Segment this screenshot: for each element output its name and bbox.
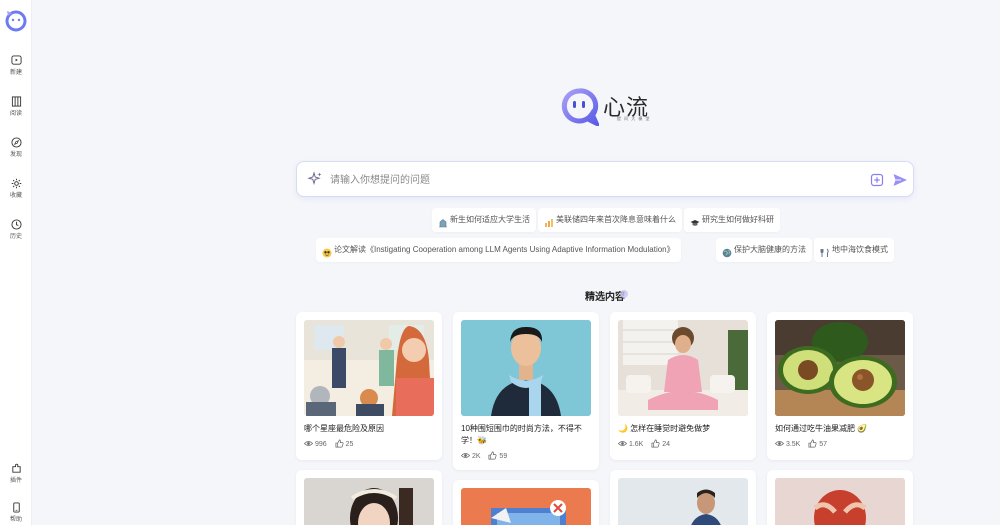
thumbs-up-icon <box>651 439 660 448</box>
app-logo-icon[interactable] <box>4 8 28 32</box>
brand-logo-icon <box>559 86 602 129</box>
card-title: 10种围短围巾的时尚方法，不得不学！🐝 <box>461 424 582 445</box>
like-count: 59 <box>499 453 508 461</box>
phone-icon <box>12 502 20 513</box>
card-image <box>775 478 905 525</box>
card-stats: 996 25 <box>303 439 359 449</box>
suggestion-label: 美联储四年来首次降息意味着什么 <box>556 215 676 224</box>
sidebar-item-new[interactable]: 新建 <box>0 55 32 77</box>
emoji-icon <box>322 244 332 258</box>
featured-card[interactable] <box>296 470 442 525</box>
add-file-icon <box>870 173 884 187</box>
thumbs-up-icon <box>489 451 498 460</box>
new-chat-icon <box>10 55 22 65</box>
suggestion-chip[interactable]: 研究生如何做好科研 <box>684 208 780 232</box>
card-image <box>775 320 905 416</box>
card-stats: 3.5K 57 <box>774 439 833 449</box>
sidebar-item-label: 发现 <box>9 152 22 158</box>
graduation-cap-icon <box>690 214 700 226</box>
suggestion-chip[interactable]: 新生如何适应大学生活 <box>432 208 536 232</box>
sidebar-item-read[interactable]: 阅读 <box>0 96 32 118</box>
sidebar-item-label: 历史 <box>9 234 22 240</box>
suggestion-chip[interactable]: 地中海饮食模式 <box>814 238 894 262</box>
sparkle-icon <box>307 171 323 192</box>
featured-title: 精选内容 <box>585 292 625 303</box>
suggestion-chip[interactable]: 保护大脑健康的方法 <box>716 238 812 262</box>
sidebar-item-label: 阅读 <box>9 111 22 117</box>
card-image <box>618 320 748 416</box>
suggestion-label: 地中海饮食模式 <box>832 245 888 254</box>
sidebar-item-history[interactable]: 历史 <box>0 219 32 241</box>
card-title: 🌙 怎样在睡觉时避免做梦 <box>618 424 711 433</box>
book-icon <box>11 96 21 107</box>
clock-icon <box>10 219 22 230</box>
sidebar-item-label: 新建 <box>9 70 22 76</box>
sidebar-item-discover[interactable]: 发现 <box>0 137 32 159</box>
search-box <box>296 161 914 197</box>
featured-card[interactable]: 如何通过吃牛油果减肥 🥑 3.5K 57 <box>767 312 913 460</box>
building-icon <box>438 214 448 228</box>
sidebar-item-label: 插件 <box>9 478 22 484</box>
card-image <box>461 320 591 416</box>
view-count: 2K <box>471 453 481 461</box>
suggestion-chip[interactable]: 美联储四年来首次降息意味着什么 <box>538 208 682 232</box>
eye-icon <box>774 441 785 446</box>
like-count: 57 <box>819 441 828 449</box>
gear-icon <box>11 178 21 189</box>
suggestion-label: 论文解读《Instigating Cooperation among LLM A… <box>334 245 675 254</box>
search-input[interactable] <box>330 171 830 189</box>
featured-card[interactable]: 哪个星座最危险及原因 996 25 <box>296 312 442 460</box>
view-count: 3.5K <box>785 441 801 449</box>
like-count: 24 <box>662 441 671 449</box>
brand: 心流 提 问 大 模 型 <box>559 86 669 129</box>
eye-icon <box>460 453 471 458</box>
suggestion-label: 新生如何适应大学生活 <box>450 215 530 224</box>
suggestion-label: 研究生如何做好科研 <box>702 215 774 224</box>
suggestion-chip[interactable]: 论文解读《Instigating Cooperation among LLM A… <box>316 238 681 262</box>
eye-icon <box>303 441 314 446</box>
sidebar-item-favorites[interactable]: 收藏 <box>0 178 32 200</box>
send-button[interactable] <box>891 171 909 189</box>
card-image <box>618 478 748 525</box>
card-image <box>304 320 434 416</box>
plugin-icon <box>11 463 21 473</box>
chart-icon <box>544 214 554 227</box>
view-count: 1.6K <box>628 441 644 449</box>
globe-icon <box>722 244 732 258</box>
view-count: 996 <box>314 441 327 449</box>
card-stats: 1.6K 24 <box>617 439 676 449</box>
decoration-dot <box>620 290 628 298</box>
attach-button[interactable] <box>869 172 885 188</box>
sidebar-item-label: 帮助 <box>9 517 22 523</box>
card-stats: 2K 59 <box>460 451 513 461</box>
brand-subtitle: 提 问 大 模 型 <box>617 116 651 121</box>
sidebar: 新建 阅读 发现 收藏 历史 插件 帮助 <box>0 0 32 525</box>
card-title: 如何通过吃牛油果减肥 🥑 <box>775 424 868 433</box>
food-icon <box>820 244 830 257</box>
sidebar-item-label: 收藏 <box>9 193 22 199</box>
featured-card[interactable] <box>453 480 599 525</box>
card-image <box>304 478 434 525</box>
featured-card[interactable]: 🌙 怎样在睡觉时避免做梦 1.6K 24 <box>610 312 756 460</box>
compass-icon <box>10 137 22 148</box>
thumbs-up-icon <box>335 439 344 448</box>
send-icon <box>893 174 907 186</box>
card-title: 哪个星座最危险及原因 <box>304 424 384 433</box>
eye-icon <box>617 441 628 446</box>
like-count: 25 <box>345 441 354 449</box>
suggestion-label: 保护大脑健康的方法 <box>734 245 806 254</box>
sidebar-item-plugins[interactable]: 插件 <box>0 463 32 485</box>
featured-card[interactable]: 10种围短围巾的时尚方法，不得不学！🐝 2K 59 <box>453 312 599 470</box>
featured-card[interactable] <box>610 470 756 525</box>
featured-card[interactable] <box>767 470 913 525</box>
card-image <box>461 488 591 525</box>
thumbs-up-icon <box>808 439 817 448</box>
sidebar-item-help[interactable]: 帮助 <box>0 502 32 524</box>
